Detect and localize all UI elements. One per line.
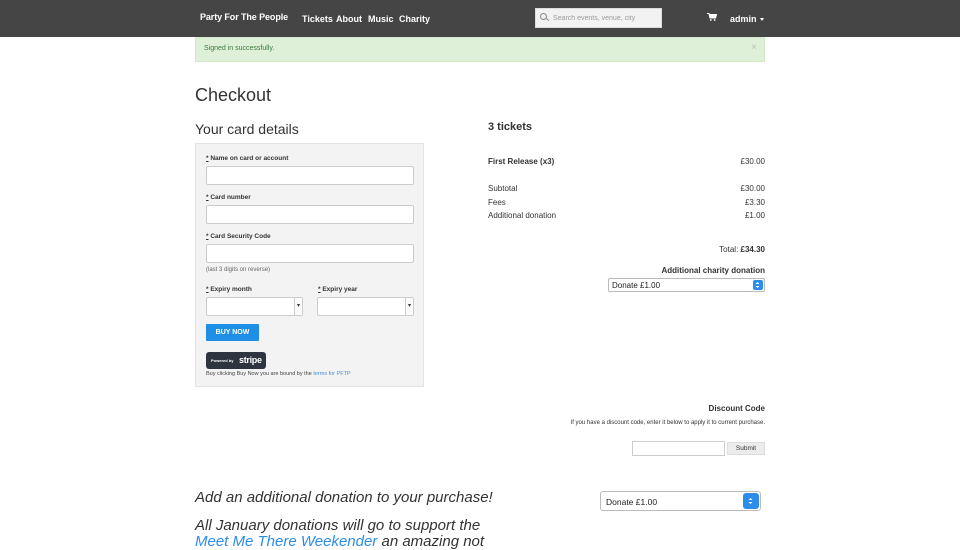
weekender-link[interactable]: Meet Me There Weekender (195, 533, 377, 550)
order-total: Total: £34.30 (719, 245, 765, 254)
top-navbar: Party For The People Tickets About Music… (0, 0, 960, 37)
chevron-down-icon: ▾ (405, 298, 413, 315)
total-value: £34.30 (740, 245, 765, 254)
cvc-label: * Card Security Code (206, 233, 271, 240)
card-form: * Name on card or account * Card number … (195, 143, 424, 387)
discount-text: If you have a discount code, enter it be… (570, 420, 765, 426)
brand-logo[interactable]: Party For The People (200, 12, 288, 22)
nav-music[interactable]: Music (368, 14, 394, 24)
select-arrows-icon (753, 280, 763, 290)
terms-text: Buy clicking Buy Now you are bound by th… (206, 371, 351, 377)
fees-label: Fees (488, 198, 506, 207)
user-menu[interactable]: admin (730, 14, 764, 24)
line-item-value: £30.00 (740, 157, 765, 166)
terms-link[interactable]: terms for PFTP (313, 371, 350, 377)
buy-now-button[interactable]: BUY NOW (206, 324, 259, 341)
charity-donation-select[interactable]: Donate £1.00 (608, 278, 765, 292)
total-label: Total: (719, 245, 739, 254)
tickets-count-heading: 3 tickets (488, 121, 533, 133)
alert-message: Signed in successfully. (204, 45, 275, 52)
card-number-input[interactable] (206, 205, 414, 224)
search-icon (540, 13, 547, 20)
nav-about[interactable]: About (336, 14, 362, 24)
donation-value: £1.00 (744, 211, 765, 220)
stripe-badge: Powered by stripe (206, 352, 266, 369)
subtotal-row: Subtotal £30.00 (488, 184, 765, 195)
select-arrows-icon (743, 493, 759, 509)
search-input[interactable] (553, 12, 657, 24)
discount-heading: Discount Code (708, 404, 765, 413)
january-donation-line2: Meet Me There Weekender an amazing not (195, 533, 485, 550)
line-item-label: First Release (x3) (488, 157, 555, 166)
subtotal-value: £30.00 (740, 184, 765, 193)
chevron-down-icon: ▾ (294, 298, 302, 315)
expiry-year-label: * Expiry year (318, 286, 358, 293)
donation-heading: Add an additional donation to your purch… (195, 489, 493, 506)
donation-label: Additional donation (488, 211, 557, 220)
name-label: * Name on card or account (206, 155, 289, 162)
subtotal-label: Subtotal (488, 184, 518, 193)
discount-submit-button[interactable]: Submit (727, 442, 765, 455)
cvc-hint: (last 3 digits on reverse) (206, 267, 271, 273)
success-alert: Signed in successfully. × (195, 37, 765, 62)
chevron-down-icon (759, 18, 764, 22)
donation-select[interactable]: Donate £1.00 (600, 491, 761, 511)
search-box (535, 8, 662, 28)
expiry-year-select[interactable]: ▾ (317, 297, 414, 316)
page-title: Checkout (195, 85, 272, 105)
expiry-month-label: * Expiry month (206, 286, 252, 293)
donation-row: Additional donation £1.00 (488, 211, 765, 222)
line-item-row: First Release (x3) £30.00 (488, 157, 765, 168)
nav-tickets[interactable]: Tickets (302, 14, 333, 24)
charity-donation-heading: Additional charity donation (661, 266, 765, 275)
powered-by-label: Powered by (211, 358, 234, 363)
user-name: admin (730, 14, 757, 24)
nav-charity[interactable]: Charity (399, 14, 430, 24)
card-details-heading: Your card details (195, 121, 299, 137)
charity-donation-value: Donate £1.00 (612, 281, 661, 290)
donation-select-value: Donate £1.00 (606, 497, 658, 507)
fees-row: Fees £3.30 (488, 198, 765, 209)
stripe-logo: stripe (239, 355, 262, 365)
cvc-input[interactable] (206, 244, 414, 263)
january-donation-text: All January donations will go to support… (195, 517, 481, 534)
discount-code-input[interactable] (632, 441, 725, 456)
fees-value: £3.30 (744, 198, 765, 207)
close-icon[interactable]: × (751, 42, 757, 53)
name-input[interactable] (206, 166, 414, 185)
cart-icon[interactable] (707, 13, 717, 21)
card-number-label: * Card number (206, 194, 251, 201)
expiry-month-select[interactable]: ▾ (206, 297, 303, 316)
